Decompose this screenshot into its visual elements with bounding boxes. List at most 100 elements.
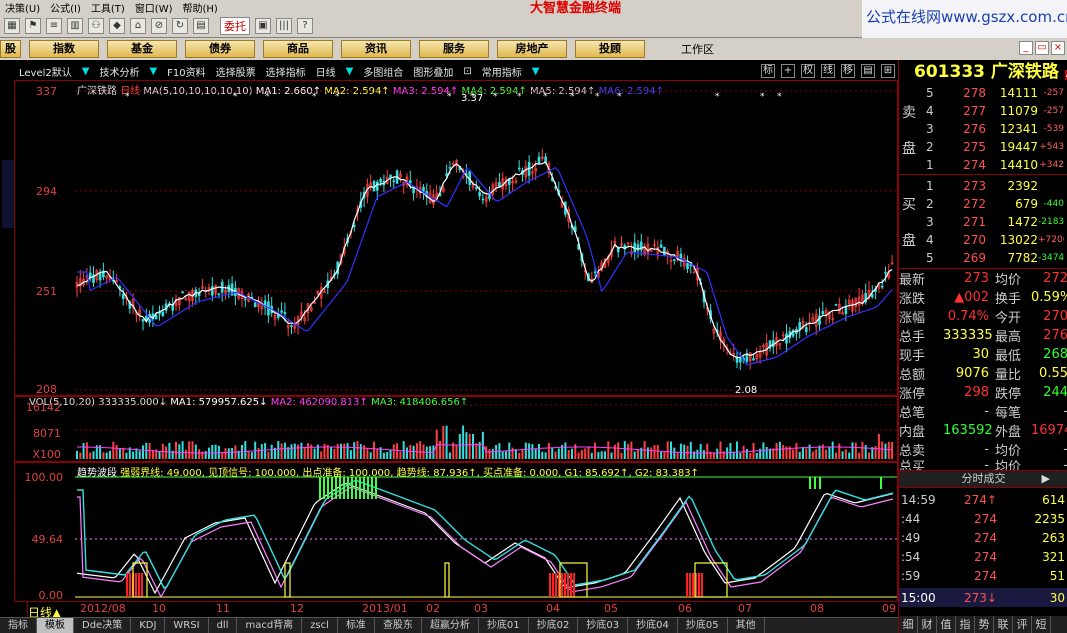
btab-dde[interactable]: Dde决策 [74,618,132,633]
rptab-value[interactable]: 值 [937,616,956,633]
btab-other[interactable]: 其他 [728,618,765,633]
indicator-panel[interactable]: 趋势波段 强弱界线: 49.000, 见顶信号: 100.000, 出点准备: … [14,462,898,602]
btab-macd[interactable]: macd背离 [237,618,303,633]
price-panel[interactable]: 广深铁路 日线 MA(5,10,10,10,10,10) MA1: 2.660↑… [14,80,898,396]
btab-indicator[interactable]: 指标 [0,618,37,633]
rights-button[interactable]: 权 [801,64,815,78]
f10-menu[interactable]: F10资料 [162,64,210,79]
orderbook-row[interactable]: 3 271 1472 -2183 [926,212,1067,231]
refresh-icon[interactable]: ↻ [172,17,188,34]
select-indicator-button[interactable]: 选择指标 [261,64,311,79]
btab-dll[interactable]: dll [209,618,238,633]
period-button[interactable]: 日线 [311,64,341,79]
btab-bottom03[interactable]: 抄底03 [578,618,629,633]
minimize-icon[interactable]: _ [1019,41,1033,55]
orderbook-row[interactable]: 1 274 14410 +342 [926,155,1067,174]
line-button[interactable]: 线 [821,64,835,78]
crosshair-icon[interactable]: + [781,64,795,78]
orderbook-row[interactable]: 4 270 13022+7206 [926,230,1067,249]
help-cursor-icon[interactable]: ? [297,17,313,34]
select-stock-button[interactable]: 选择股票 [211,64,261,79]
btab-template[interactable]: 模板 [37,618,74,633]
common-indicator-button[interactable]: 常用指标 [477,64,527,79]
orderbook-row[interactable]: 5 269 7782 -3474 [926,248,1067,267]
grid-icon[interactable]: ▦ [4,17,20,34]
stop-icon[interactable]: ⊘ [151,17,167,34]
multi-chart-button[interactable]: 多图组合 [358,64,408,79]
restore-icon[interactable]: ▭ [1035,41,1049,55]
rptab-finance[interactable]: 财 [918,616,937,633]
orderbook-row[interactable]: 1 273 2392 [926,176,1067,195]
dropdown-arrow-icon[interactable]: ▼ [77,66,95,77]
rptab-linked[interactable]: 联 [994,616,1013,633]
menu-formula[interactable]: 公式(I) [45,0,86,15]
cat-fund[interactable]: 基金 [107,40,177,58]
panel-icon[interactable]: ▤ [861,64,875,78]
trade-volume: 51 [1049,568,1065,583]
btab-zscl[interactable]: zscl [302,618,338,633]
rptab-review[interactable]: 评 [1013,616,1032,633]
btab-bottom05[interactable]: 抄底05 [678,618,728,633]
cat-commodity[interactable]: 商品 [263,40,333,58]
move-button[interactable]: 移 [841,64,855,78]
btab-superwin[interactable]: 超赢分析 [422,618,479,633]
rptab-trend[interactable]: 势 [975,616,994,633]
rptab-short[interactable]: 短 [1032,616,1051,633]
close-icon[interactable]: × [1051,41,1065,55]
quote-row: 内盘 163592外盘 169743 [899,421,1067,440]
btab-bottom01[interactable]: 抄底01 [479,618,529,633]
flag-icon[interactable]: ⚑ [25,17,41,34]
cat-service[interactable]: 服务 [419,40,489,58]
overlay-button[interactable]: 图形叠加 [408,64,458,79]
price-axis-208: 208 [36,383,57,396]
cat-bond[interactable]: 债券 [185,40,255,58]
quote-key: 涨停 [899,386,926,402]
level2-default-menu[interactable]: Level2默认 [14,64,77,79]
menu-decision[interactable]: 决策(U) [0,0,45,15]
quote-value: 268 [1043,346,1067,362]
technical-analysis-menu[interactable]: 技术分析 [94,64,144,79]
cat-realestate[interactable]: 房地产 [497,40,567,58]
rptab-detail[interactable]: 细 [899,616,918,633]
btab-bottom02[interactable]: 抄底02 [529,618,579,633]
grid-icon-2[interactable]: ▤ [193,17,209,34]
btab-standard[interactable]: 标准 [338,618,375,633]
workarea-label[interactable]: 工作区 [681,41,714,57]
orderbook-row[interactable]: 3 276 12341 -539 [926,119,1067,138]
menu-window[interactable]: 窗口(W) [130,0,178,15]
play-icon[interactable]: ▶ [1042,471,1050,487]
cat-news[interactable]: 资讯 [341,40,411,58]
orderbook-row[interactable]: 5 278 14111 -257 [926,83,1067,102]
dropdown-arrow-icon-2[interactable]: ▼ [144,66,162,77]
orderbook-row[interactable]: 4 277 11079 -257 [926,101,1067,120]
svg-text:*: * [493,92,498,102]
btab-bottom04[interactable]: 抄底04 [628,618,678,633]
calc-icon[interactable]: ▣ [255,17,271,34]
home-icon[interactable]: ⌂ [130,17,146,34]
rptab-index[interactable]: 指 [956,616,975,633]
orderbook-row[interactable]: 2 275 19447 +543 [926,137,1067,156]
btab-wrsi[interactable]: WRSI [165,618,209,633]
expand-icon[interactable]: ⊞ [881,64,895,78]
trade-button[interactable]: 委托 [220,16,250,35]
category-nav: 股 指数 基金 债券 商品 资讯 服务 房地产 投顾 工作区 _ ▭ × [0,38,1067,60]
menu-tools[interactable]: 工具(T) [86,0,130,15]
bars-icon[interactable]: ||| [276,17,292,34]
btab-kdj[interactable]: KDJ [131,618,166,633]
volume-panel[interactable]: VOL(5,10,20) 333335.000↓ MA1: 579957.625… [14,396,898,462]
dropdown-arrow-icon-3[interactable]: ▼ [341,66,359,77]
lock-icon[interactable]: ⊡ [458,66,476,77]
dropdown-arrow-icon-4[interactable]: ▼ [527,66,545,77]
binoculars-icon[interactable]: ⚇ [88,17,104,34]
cat-stock[interactable]: 股 [0,40,21,58]
diamond-icon[interactable]: ◆ [109,17,125,34]
list-icon[interactable]: ≡ [46,17,62,34]
trades-header[interactable]: 分时成交 ▶ [899,470,1067,488]
mark-button[interactable]: 标 [761,64,775,78]
orderbook-row[interactable]: 2 272 679 -440 [926,194,1067,213]
cat-index[interactable]: 指数 [29,40,99,58]
chart-icon[interactable]: ▥ [67,17,83,34]
cat-advisor[interactable]: 投顾 [575,40,645,58]
btab-shareholder[interactable]: 查股东 [375,618,422,633]
menu-help[interactable]: 帮助(H) [178,0,223,15]
